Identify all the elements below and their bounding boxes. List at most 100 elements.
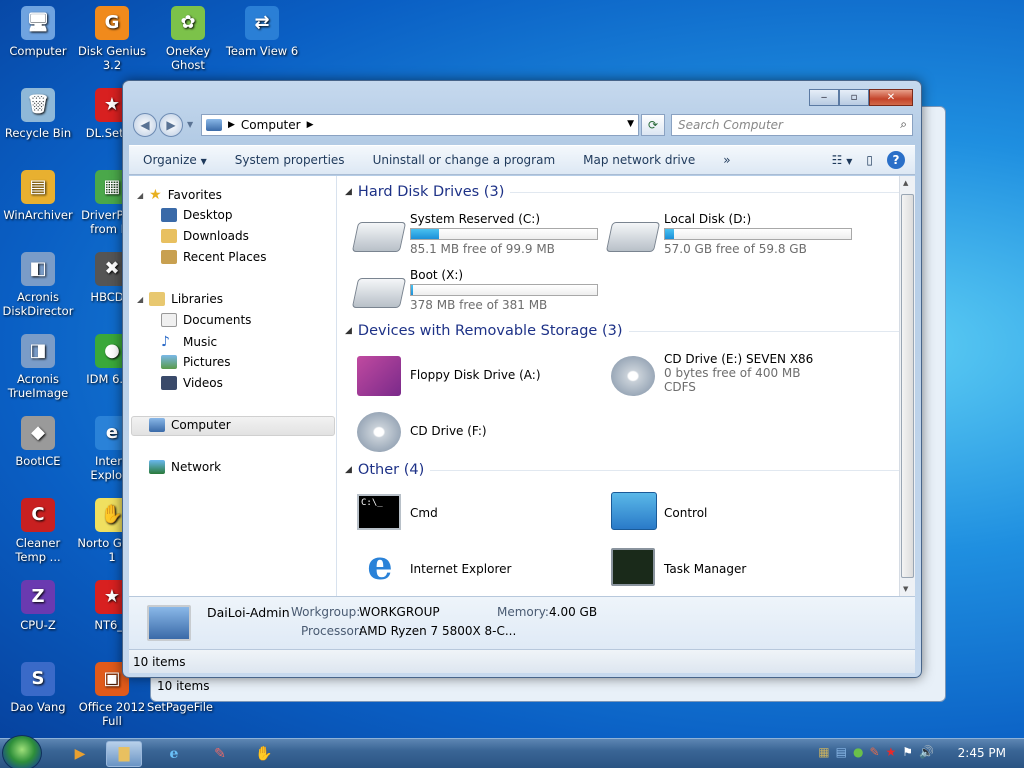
- cmd-item[interactable]: Cmd: [410, 506, 438, 520]
- nav-music[interactable]: ♪ Music: [161, 334, 217, 350]
- nav-pictures[interactable]: Pictures: [161, 355, 231, 369]
- preview-pane-icon[interactable]: ▯: [866, 153, 873, 167]
- nav-network-label: Network: [171, 460, 222, 474]
- desktop-item-1[interactable]: G Disk Genius 3.2: [74, 6, 150, 72]
- maximize-button[interactable]: ▫: [839, 89, 869, 106]
- nav-documents[interactable]: Documents: [161, 313, 251, 327]
- nav-recent-places[interactable]: Recent Places: [161, 250, 266, 264]
- explorer-taskbar-icon[interactable]: ▇: [106, 741, 142, 767]
- desktop-item-14[interactable]: C Cleaner Temp ...: [0, 498, 76, 564]
- desktop-item-2[interactable]: ✿ OneKey Ghost: [150, 6, 226, 72]
- uninstall-button[interactable]: Uninstall or change a program: [359, 153, 570, 167]
- refresh-button[interactable]: ⟳: [641, 114, 665, 136]
- nav-network[interactable]: Network: [149, 460, 221, 474]
- floppy-drive[interactable]: Floppy Disk Drive (A:): [410, 368, 541, 382]
- task-manager-icon[interactable]: [611, 548, 655, 586]
- tray-volume-icon[interactable]: 🔊: [919, 745, 934, 759]
- scroll-down-icon[interactable]: ▼: [903, 585, 908, 593]
- tray-play-icon[interactable]: ●: [853, 745, 863, 759]
- floppy-disk-icon[interactable]: [357, 356, 401, 396]
- organize-button[interactable]: Organize ▼: [129, 153, 221, 167]
- internet-explorer-item[interactable]: Internet Explorer: [410, 562, 511, 576]
- cd-drive-icon[interactable]: [611, 356, 655, 396]
- breadcrumb-computer[interactable]: Computer: [241, 118, 301, 132]
- back-button[interactable]: ◀: [133, 113, 157, 137]
- search-icon[interactable]: ⌕: [900, 117, 907, 132]
- cd-drive-e[interactable]: CD Drive (E:) SEVEN X86 0 bytes free of …: [664, 352, 813, 394]
- nav-downloads[interactable]: Downloads: [161, 229, 249, 243]
- more-commands-button[interactable]: »: [709, 153, 744, 167]
- close-button[interactable]: ✕: [869, 89, 913, 106]
- desktop-item-8[interactable]: ◧ Acronis DiskDirector: [0, 252, 76, 318]
- cd-drive-e-fs: CDFS: [664, 380, 696, 394]
- nav-pictures-label: Pictures: [183, 355, 231, 369]
- breadcrumb-chevron-icon[interactable]: ▶: [307, 120, 314, 130]
- desktop-item-3[interactable]: ⇄ Team View 6: [224, 6, 300, 58]
- desktop-item-16[interactable]: Z CPU-Z: [0, 580, 76, 632]
- expand-icon: ◢: [137, 190, 144, 200]
- desktop-item-label: OneKey Ghost: [165, 44, 211, 72]
- navigation-pane[interactable]: ◢ ★ Favorites Desktop Downloads Recent Pla…: [129, 176, 337, 596]
- drive-x[interactable]: Boot (X:) 378 MB free of 381 MB: [410, 268, 598, 312]
- view-options-icon[interactable]: ☷ ▼: [832, 153, 853, 167]
- desktop-item-0[interactable]: 🖥 Computer: [0, 6, 76, 58]
- cd-drive-f[interactable]: CD Drive (F:): [410, 424, 487, 438]
- nav-libraries[interactable]: ◢ Libraries: [137, 292, 223, 306]
- desktop-item-4[interactable]: 🗑 Recycle Bin: [0, 88, 76, 140]
- scroll-up-icon[interactable]: ▲: [903, 179, 908, 187]
- internet-explorer-icon[interactable]: e: [359, 546, 401, 588]
- desktop-item-10[interactable]: ◨ Acronis TrueImage: [0, 334, 76, 400]
- group-header-hdd[interactable]: ◢ Hard Disk Drives (3): [345, 184, 911, 200]
- forward-button[interactable]: ▶: [159, 113, 183, 137]
- drive-d[interactable]: Local Disk (D:) 57.0 GB free of 59.8 GB: [664, 212, 852, 256]
- address-bar[interactable]: ▶ Computer ▶ ▼: [201, 114, 639, 136]
- search-placeholder: Search Computer: [678, 118, 783, 132]
- network-icon: [149, 460, 165, 474]
- clock[interactable]: 2:45 PM: [958, 746, 1006, 760]
- tray-flag-icon[interactable]: ⚑: [902, 745, 913, 759]
- desktop-item-18[interactable]: S Dao Vang: [0, 662, 76, 714]
- task-manager-item[interactable]: Task Manager: [664, 562, 746, 576]
- cd-drive-icon[interactable]: [357, 412, 401, 452]
- cmd-icon[interactable]: C:\_: [357, 494, 401, 530]
- media-player-taskbar-icon[interactable]: ▶: [62, 741, 98, 767]
- help-icon[interactable]: ?: [887, 151, 905, 169]
- nav-desktop[interactable]: Desktop: [161, 208, 233, 222]
- address-dropdown-icon[interactable]: ▼: [627, 119, 634, 129]
- nav-favorites[interactable]: ◢ ★ Favorites: [137, 187, 222, 203]
- ie-taskbar-icon[interactable]: e: [156, 741, 192, 767]
- recent-pages-dropdown-icon[interactable]: ▼: [187, 120, 193, 129]
- taskbar: ▶ ▇ e ✎ ✋ ▦ ▤ ● ✎ ★ ⚑ 🔊 2:45 PM: [0, 735, 1024, 768]
- drive-x-name: Boot (X:): [410, 268, 464, 282]
- hard-drive-icon[interactable]: [351, 222, 407, 252]
- drive-c[interactable]: System Reserved (C:) 85.1 MB free of 99.…: [410, 212, 598, 256]
- start-button[interactable]: [2, 735, 42, 768]
- control-panel-icon[interactable]: [611, 492, 657, 530]
- hard-drive-icon[interactable]: [351, 278, 407, 308]
- tray-network-icon[interactable]: ▤: [836, 745, 847, 759]
- explorer-window[interactable]: ‒ ▫ ✕ ◀ ▶ ▼ ▶ Computer ▶ ▼ ⟳ Search Comp…: [122, 80, 922, 678]
- control-item[interactable]: Control: [664, 506, 707, 520]
- system-properties-button[interactable]: System properties: [221, 153, 359, 167]
- group-header-removable[interactable]: ◢ Devices with Removable Storage (3): [345, 323, 909, 339]
- desktop-item-6[interactable]: ▤ WinArchiver: [0, 170, 76, 222]
- tray-star-icon[interactable]: ★: [886, 745, 897, 759]
- paint-taskbar-icon[interactable]: ✎: [202, 741, 238, 767]
- nav-videos[interactable]: Videos: [161, 376, 223, 390]
- group-header-other[interactable]: ◢ Other (4): [345, 462, 901, 478]
- processor-label: Processor:: [301, 624, 363, 638]
- scrollbar-thumb[interactable]: [901, 194, 914, 578]
- content-pane[interactable]: ◢ Hard Disk Drives (3) System Reserved (C…: [337, 176, 915, 596]
- system-tray: ▦ ▤ ● ✎ ★ ⚑ 🔊: [818, 745, 934, 759]
- ghost-taskbar-icon[interactable]: ✋: [246, 741, 282, 767]
- desktop-item-12[interactable]: ◆ BootICE: [0, 416, 76, 468]
- content-scrollbar[interactable]: ▲ ▼: [899, 176, 915, 596]
- breadcrumb-separator-icon[interactable]: ▶: [228, 120, 235, 130]
- map-network-drive-button[interactable]: Map network drive: [569, 153, 709, 167]
- tray-tool-icon[interactable]: ✎: [869, 745, 879, 759]
- tray-app-icon[interactable]: ▦: [818, 745, 829, 759]
- search-input[interactable]: Search Computer ⌕: [671, 114, 913, 136]
- hard-drive-icon[interactable]: [605, 222, 661, 252]
- nav-computer[interactable]: Computer: [149, 418, 231, 432]
- minimize-button[interactable]: ‒: [809, 89, 839, 106]
